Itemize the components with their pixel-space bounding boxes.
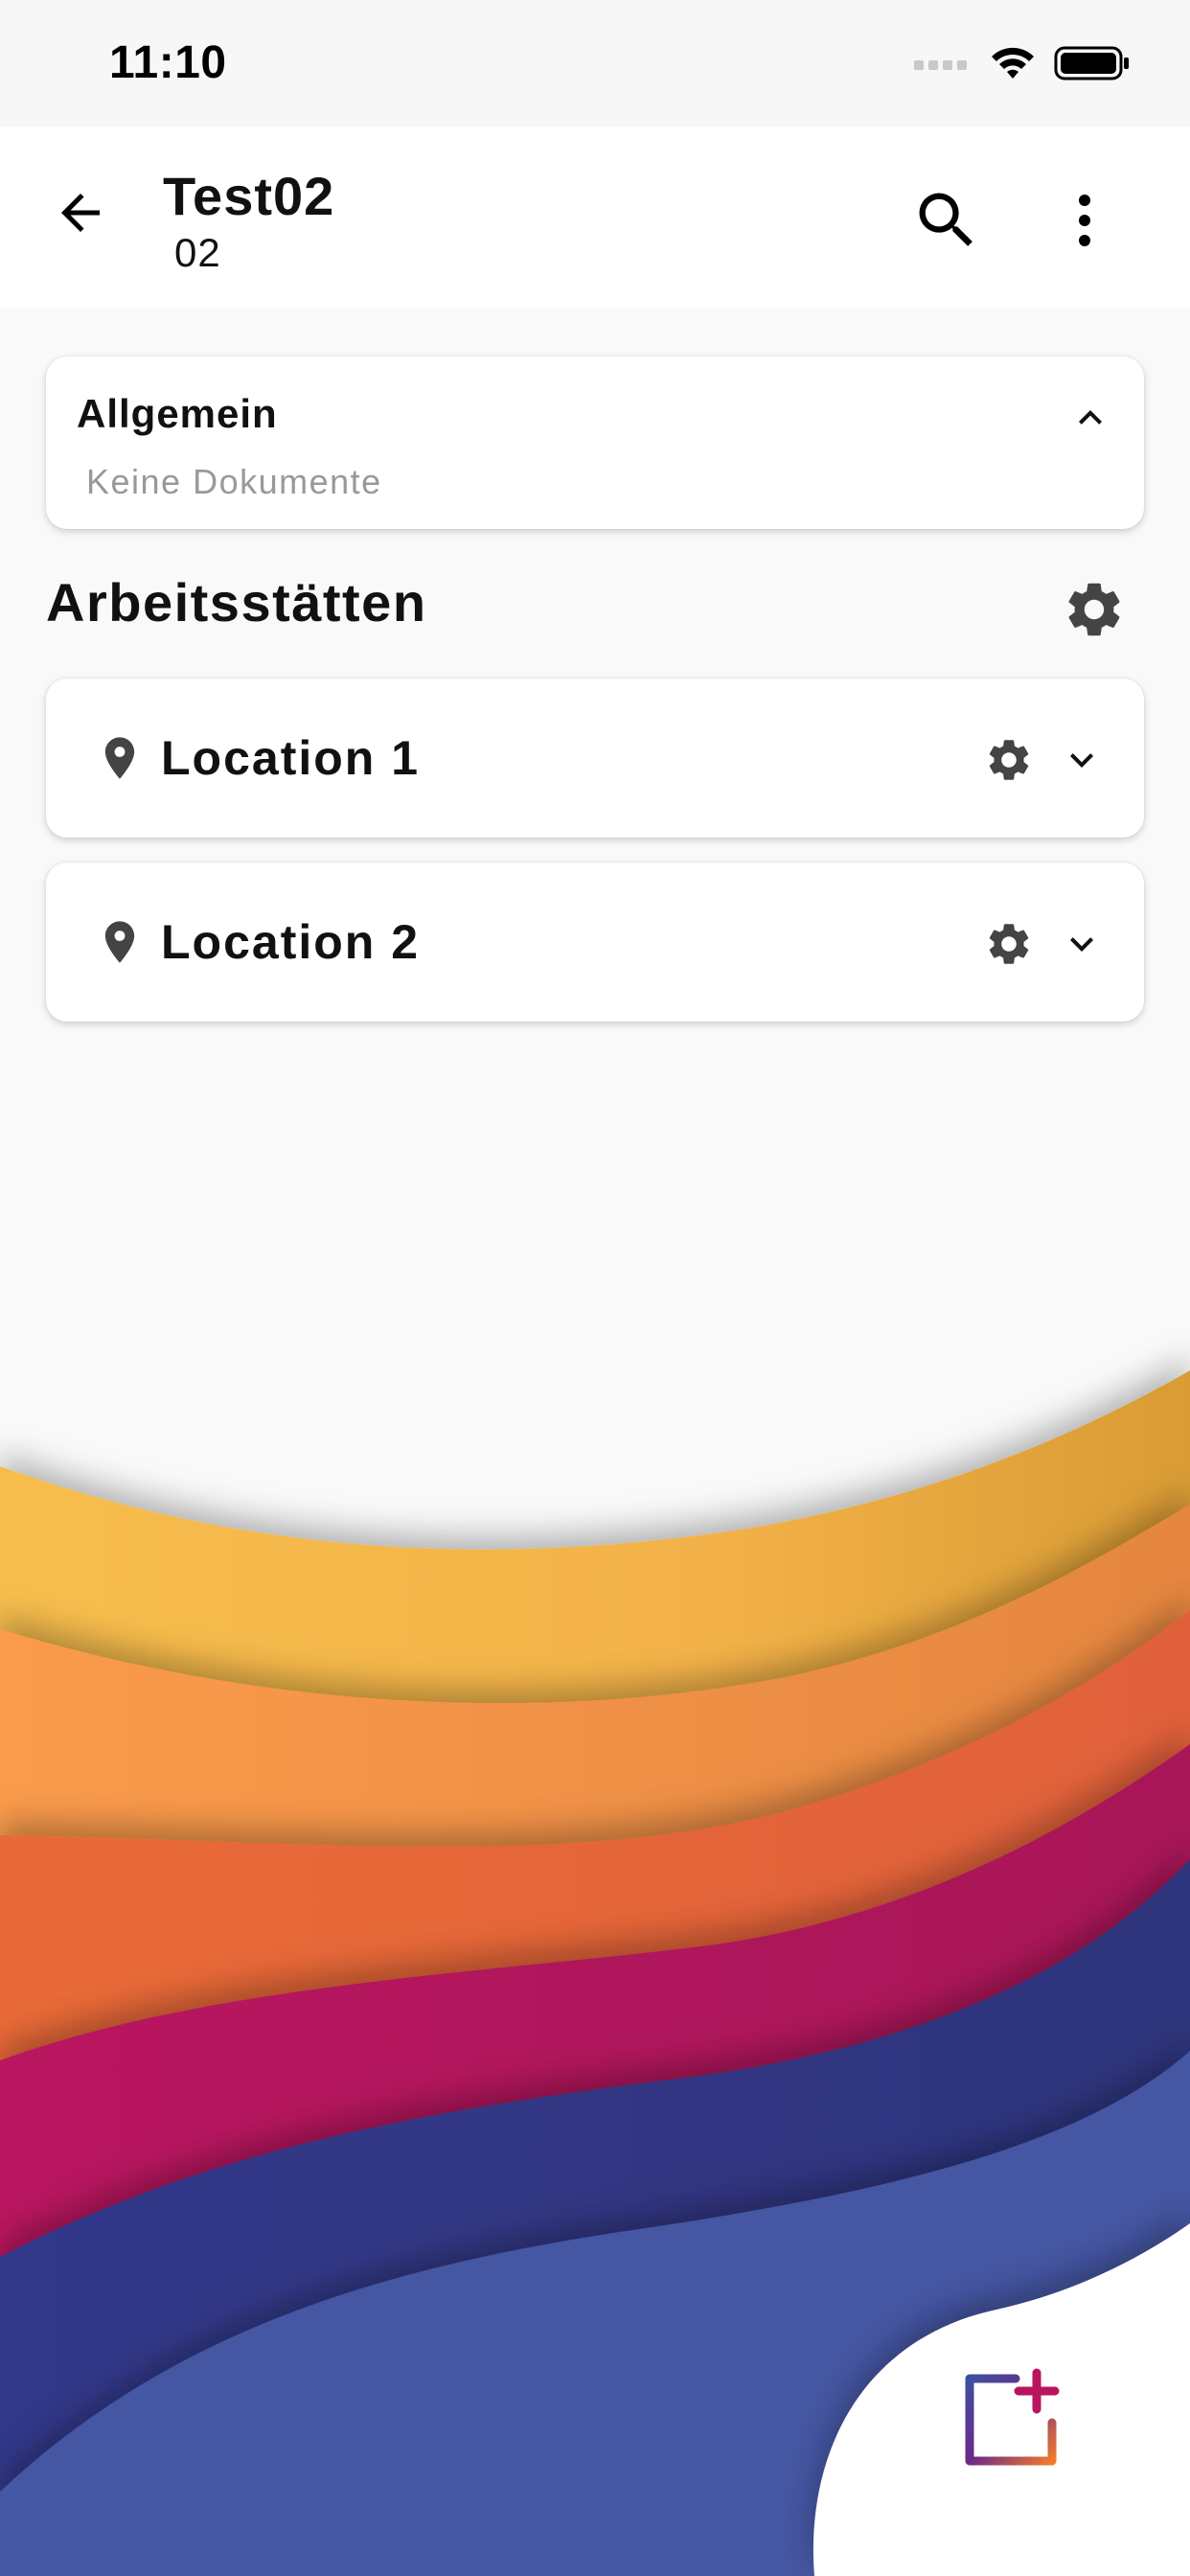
collapse-button[interactable] bbox=[1062, 389, 1119, 447]
general-title: Allgemein bbox=[77, 391, 278, 436]
chevron-down-icon bbox=[1070, 937, 1093, 952]
page-subtitle: 02 bbox=[174, 230, 221, 275]
location-card[interactable]: Location 2 bbox=[46, 862, 1144, 1022]
status-icons bbox=[914, 42, 1131, 84]
status-time: 11:10 bbox=[109, 37, 227, 88]
location-card[interactable]: Location 1 bbox=[46, 678, 1144, 838]
app-bar: Test02 02 bbox=[0, 126, 1190, 309]
status-bar: 11:10 bbox=[0, 0, 1190, 126]
add-document-button[interactable] bbox=[949, 2358, 1073, 2482]
chevron-up-icon bbox=[1079, 410, 1102, 425]
gear-icon bbox=[989, 924, 1029, 964]
location-settings-button[interactable] bbox=[975, 910, 1042, 978]
general-documents-card[interactable]: Allgemein Keine Dokumente bbox=[46, 356, 1144, 529]
gear-icon bbox=[1068, 583, 1120, 636]
expand-button[interactable] bbox=[1048, 910, 1115, 978]
more-options-button[interactable] bbox=[1044, 180, 1125, 261]
more-vert-icon bbox=[1079, 195, 1090, 246]
location-pin-icon bbox=[86, 724, 153, 792]
chevron-down-icon bbox=[1070, 753, 1093, 768]
workplaces-title: Arbeitsstätten bbox=[46, 572, 427, 632]
location-settings-button[interactable] bbox=[975, 726, 1042, 794]
back-arrow-icon bbox=[61, 194, 100, 232]
signal-icon bbox=[914, 60, 967, 70]
general-empty-text: Keine Dokumente bbox=[86, 462, 382, 501]
search-icon bbox=[919, 193, 973, 246]
expand-button[interactable] bbox=[1048, 726, 1115, 794]
location-pin-icon bbox=[86, 908, 153, 976]
add-document-icon bbox=[965, 2368, 1060, 2466]
battery-icon bbox=[1054, 46, 1129, 80]
location-label: Location 2 bbox=[161, 915, 421, 969]
gear-icon bbox=[989, 740, 1029, 780]
back-button[interactable] bbox=[42, 174, 119, 251]
location-label: Location 1 bbox=[161, 731, 421, 785]
workplaces-settings-button[interactable] bbox=[1054, 569, 1134, 650]
page-title: Test02 bbox=[163, 166, 335, 226]
search-button[interactable] bbox=[906, 180, 987, 261]
wifi-icon bbox=[992, 47, 1034, 79]
